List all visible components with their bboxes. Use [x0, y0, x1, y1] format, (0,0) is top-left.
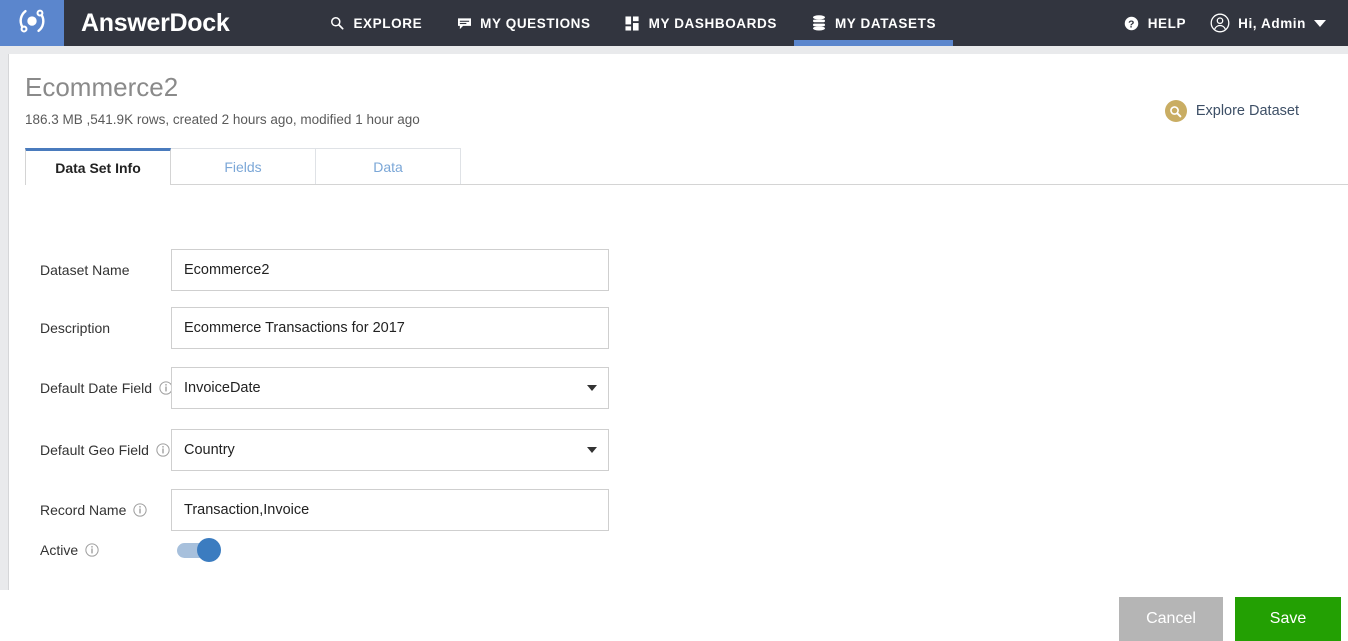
- tab-data-set-info[interactable]: Data Set Info: [25, 148, 171, 185]
- tab-label-data-set-info: Data Set Info: [55, 159, 141, 176]
- top-navigation-bar: AnswerDock EXPLORE MY QUESTIONS MY DASHB…: [0, 0, 1348, 46]
- tab-fields[interactable]: Fields: [170, 148, 316, 184]
- label-text-default-geo-field: Default Geo Field: [40, 442, 149, 458]
- nav-item-my-datasets[interactable]: MY DATASETS: [793, 0, 954, 46]
- user-circle-icon: [1210, 13, 1230, 33]
- default-geo-field-value: Country: [184, 442, 235, 458]
- record-name-input[interactable]: Transaction,Invoice: [171, 489, 609, 531]
- nav-label-explore: EXPLORE: [353, 15, 423, 31]
- nav-label-help: HELP: [1147, 15, 1187, 31]
- tab-data[interactable]: Data: [315, 148, 461, 184]
- chevron-down-icon[interactable]: [587, 385, 597, 391]
- svg-text:?: ?: [1128, 19, 1135, 30]
- page-background: Ecommerce2 186.3 MB ,541.9K rows, create…: [0, 46, 1348, 641]
- description-value: Ecommerce Transactions for 2017: [184, 320, 405, 336]
- nav-label-my-datasets: MY DATASETS: [834, 15, 937, 31]
- save-button-label: Save: [1269, 610, 1307, 627]
- cancel-button-label: Cancel: [1146, 610, 1196, 627]
- field-row-dataset-name: Dataset Name Ecommerce2: [9, 241, 649, 299]
- default-date-field-value: InvoiceDate: [184, 380, 261, 396]
- default-date-field-select[interactable]: InvoiceDate: [171, 367, 609, 409]
- nav-item-my-questions[interactable]: MY QUESTIONS: [439, 0, 607, 46]
- nav-item-help[interactable]: ? HELP: [1112, 0, 1198, 46]
- active-toggle[interactable]: [177, 537, 221, 562]
- info-icon[interactable]: [85, 543, 99, 557]
- search-circle-icon: [1164, 100, 1187, 122]
- secondary-nav: ? HELP Hi, Admin: [1112, 0, 1348, 46]
- nav-label-user: Hi, Admin: [1238, 15, 1306, 31]
- label-record-name: Record Name: [9, 502, 171, 518]
- nav-item-my-dashboards[interactable]: MY DASHBOARDS: [608, 0, 794, 46]
- label-active: Active: [9, 542, 171, 558]
- brand-name: AnswerDock: [81, 8, 230, 37]
- field-row-default-date-field: Default Date Field InvoiceDate: [9, 359, 649, 417]
- tab-label-data: Data: [373, 158, 403, 175]
- label-text-active: Active: [40, 542, 79, 558]
- app-logo[interactable]: [0, 0, 64, 46]
- label-description: Description: [9, 320, 171, 336]
- chevron-down-icon[interactable]: [587, 447, 597, 453]
- chat-bubble-icon: [456, 15, 472, 31]
- tab-label-fields: Fields: [224, 158, 262, 175]
- primary-nav: EXPLORE MY QUESTIONS MY DASHBOARDS MY DA…: [312, 0, 954, 46]
- info-icon[interactable]: [156, 443, 170, 457]
- explore-dataset-link[interactable]: Explore Dataset: [1164, 100, 1299, 122]
- cancel-button[interactable]: Cancel: [1119, 597, 1223, 641]
- nav-label-my-dashboards: MY DASHBOARDS: [648, 15, 777, 31]
- dataset-name-value: Ecommerce2: [184, 262, 270, 278]
- info-icon[interactable]: [133, 503, 148, 517]
- label-text-dataset-name: Dataset Name: [40, 262, 130, 278]
- description-input[interactable]: Ecommerce Transactions for 2017: [171, 307, 609, 349]
- label-dataset-name: Dataset Name: [9, 262, 171, 278]
- page-title: Ecommerce2: [25, 72, 179, 102]
- label-text-description: Description: [40, 320, 111, 336]
- explore-dataset-label: Explore Dataset: [1195, 103, 1299, 119]
- label-text-default-date-field: Default Date Field: [40, 380, 153, 396]
- label-default-date-field: Default Date Field: [9, 380, 173, 396]
- record-name-value: Transaction,Invoice: [184, 502, 310, 518]
- label-text-record-name: Record Name: [40, 502, 127, 518]
- search-icon: [329, 15, 345, 31]
- field-row-default-geo-field: Default Geo Field Country: [9, 421, 649, 479]
- database-icon: [811, 15, 827, 31]
- grid-tiles-icon: [625, 15, 641, 31]
- dataset-tabs: Data Set Info Fields Data: [25, 148, 1348, 185]
- label-default-geo-field: Default Geo Field: [9, 442, 171, 458]
- nav-item-explore[interactable]: EXPLORE: [312, 0, 439, 46]
- chevron-down-icon[interactable]: [1314, 19, 1326, 27]
- field-row-description: Description Ecommerce Transactions for 2…: [9, 299, 649, 357]
- nav-item-user-menu[interactable]: Hi, Admin: [1198, 0, 1338, 46]
- dataset-detail-panel: Ecommerce2 186.3 MB ,541.9K rows, create…: [8, 54, 1348, 641]
- dataset-name-input[interactable]: Ecommerce2: [171, 249, 609, 291]
- save-button[interactable]: Save: [1235, 597, 1341, 641]
- default-geo-field-select[interactable]: Country: [171, 429, 609, 471]
- nav-label-my-questions: MY QUESTIONS: [480, 15, 591, 31]
- question-circle-icon: ?: [1124, 15, 1140, 31]
- dataset-meta-summary: 186.3 MB ,541.9K rows, created 2 hours a…: [25, 112, 420, 127]
- toggle-knob: [197, 537, 221, 562]
- orbit-logo-icon: [17, 6, 47, 41]
- field-row-active: Active: [9, 530, 649, 570]
